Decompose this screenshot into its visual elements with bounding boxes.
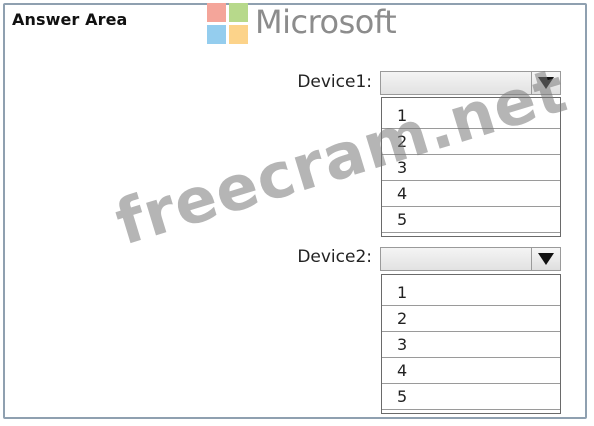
device2-option[interactable]: 3 [382, 332, 560, 358]
logo-square-blue [207, 25, 226, 44]
device2-option[interactable]: 4 [382, 358, 560, 384]
device2-option[interactable]: 1 [382, 280, 560, 306]
microsoft-logo-text: Microsoft [255, 3, 397, 41]
device2-options-list: 1 2 3 4 5 [381, 274, 561, 414]
device2-option[interactable]: 5 [382, 384, 560, 410]
device1-option[interactable]: 3 [382, 155, 560, 181]
device1-dropdown-arrow[interactable] [531, 72, 560, 94]
logo-square-yellow [229, 25, 248, 44]
answer-area-title: Answer Area [12, 10, 128, 29]
device1-dropdown[interactable] [380, 71, 561, 95]
device1-label: Device1: [297, 72, 372, 92]
device1-option[interactable]: 5 [382, 207, 560, 233]
device2-dropdown[interactable] [380, 247, 561, 271]
device2-label: Device2: [297, 247, 372, 267]
device1-option[interactable]: 4 [382, 181, 560, 207]
device1-option[interactable]: 1 [382, 103, 560, 129]
logo-square-red [207, 3, 226, 22]
device2-option[interactable]: 2 [382, 306, 560, 332]
chevron-down-icon [538, 77, 554, 89]
microsoft-logo-icon [207, 3, 249, 45]
logo-square-green [229, 3, 248, 22]
device1-options-list: 1 2 3 4 5 [381, 97, 561, 237]
device1-option[interactable]: 2 [382, 129, 560, 155]
chevron-down-icon [538, 253, 554, 265]
device2-dropdown-arrow[interactable] [531, 248, 560, 270]
